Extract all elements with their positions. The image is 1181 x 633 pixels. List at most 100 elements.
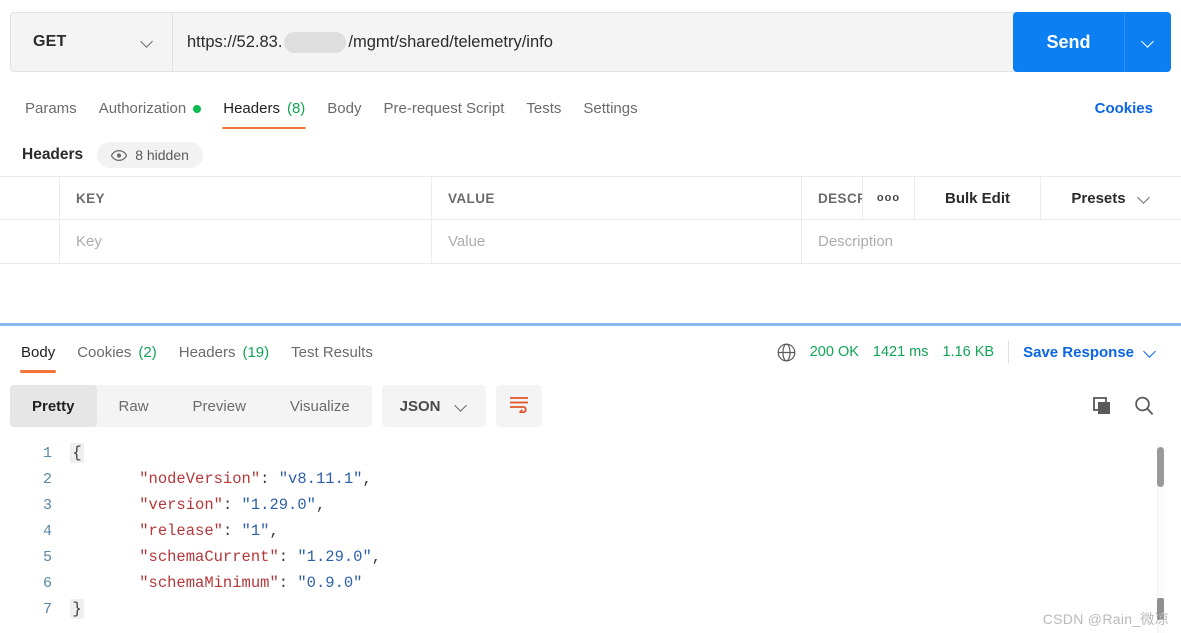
send-button-label[interactable]: Send xyxy=(1013,12,1125,72)
json-value: "v8.11.1" xyxy=(278,470,363,488)
view-mode-label: Pretty xyxy=(32,397,75,415)
select-all-checkbox-cell[interactable] xyxy=(0,177,60,219)
tab-body[interactable]: Body xyxy=(316,88,372,129)
eye-icon xyxy=(111,149,128,161)
tab-label: Headers xyxy=(178,343,236,361)
code-fold-brace[interactable]: } xyxy=(66,599,88,619)
hidden-headers-count: 8 hidden xyxy=(135,147,189,163)
response-viewer-toolbar: Pretty Raw Preview Visualize JSON xyxy=(0,382,1181,430)
response-tab-test-results[interactable]: Test Results xyxy=(280,332,384,373)
view-mode-preview[interactable]: Preview xyxy=(171,385,268,427)
code-line: 2 "nodeVersion": "v8.11.1", xyxy=(0,466,1181,492)
line-number: 5 xyxy=(42,548,52,566)
json-key: "release" xyxy=(139,522,223,540)
chevron-down-icon xyxy=(1142,36,1155,49)
headers-table: KEY VALUE DESCRIPTION ooo Bulk Edit Pres… xyxy=(0,176,1181,264)
word-wrap-button[interactable] xyxy=(495,385,542,427)
description-input-cell[interactable]: Description xyxy=(802,220,1181,263)
tab-label: Body xyxy=(21,343,56,361)
value-input-cell[interactable]: Value xyxy=(432,220,802,263)
json-colon: : xyxy=(278,574,298,592)
line-number: 4 xyxy=(42,522,52,540)
search-icon[interactable] xyxy=(1133,395,1155,417)
tab-params[interactable]: Params xyxy=(14,88,88,129)
json-key: "nodeVersion" xyxy=(139,470,261,488)
code-fold-brace[interactable]: { xyxy=(66,443,88,463)
column-header-value: VALUE xyxy=(432,177,802,219)
tab-headers[interactable]: Headers (8) xyxy=(212,88,316,129)
table-row[interactable]: Key Value Description xyxy=(0,220,1181,264)
code-line: 6 "schemaMinimum": "0.9.0" xyxy=(0,570,1181,596)
brace-glyph: { xyxy=(70,443,84,463)
view-mode-label: Visualize xyxy=(289,397,350,415)
cookies-link[interactable]: Cookies xyxy=(1095,100,1167,117)
chevron-down-icon xyxy=(455,400,468,413)
headers-section-bar: Headers 8 hidden xyxy=(0,134,1181,176)
word-wrap-icon xyxy=(508,395,530,418)
tab-label: Body xyxy=(327,100,362,117)
code-text: "version": "1.29.0", xyxy=(88,496,325,514)
json-colon: : xyxy=(222,522,242,540)
authorization-status-dot-icon xyxy=(193,104,202,113)
hidden-headers-toggle[interactable]: 8 hidden xyxy=(97,142,203,168)
json-comma: , xyxy=(269,522,279,540)
request-url-bar: GET https://52.83. /mgmt/shared/telemetry… xyxy=(10,12,1171,72)
copy-icon[interactable] xyxy=(1091,395,1113,417)
code-line: 3 "version": "1.29.0", xyxy=(0,492,1181,518)
globe-icon xyxy=(777,343,796,362)
column-header-key: KEY xyxy=(60,177,432,219)
code-text: "release": "1", xyxy=(88,522,279,540)
view-mode-label: Raw xyxy=(118,397,149,415)
response-size: 1.16 KB xyxy=(942,344,995,360)
save-response-button[interactable]: Save Response xyxy=(1023,344,1157,361)
code-text: "schemaMinimum": "0.9.0" xyxy=(88,574,362,592)
chevron-down-icon xyxy=(1144,346,1157,359)
json-colon: : xyxy=(260,470,279,488)
view-mode-raw[interactable]: Raw xyxy=(97,385,171,427)
code-line: 5 "schemaCurrent": "1.29.0", xyxy=(0,544,1181,570)
ooo-icon: ooo xyxy=(876,192,901,204)
row-checkbox-cell[interactable] xyxy=(0,220,60,263)
response-tab-headers[interactable]: Headers (19) xyxy=(168,332,280,373)
code-line: 4 "release": "1", xyxy=(0,518,1181,544)
http-method-selector[interactable]: GET xyxy=(10,12,172,72)
format-label: JSON xyxy=(399,397,441,415)
viewer-actions xyxy=(1091,395,1171,417)
view-mode-pretty[interactable]: Pretty xyxy=(10,385,97,427)
tab-settings[interactable]: Settings xyxy=(572,88,648,129)
view-mode-visualize[interactable]: Visualize xyxy=(268,385,372,427)
json-key: "version" xyxy=(139,496,223,514)
url-prefix-text: https://52.83. xyxy=(187,32,283,51)
tab-tests[interactable]: Tests xyxy=(515,88,572,129)
json-value: "1.29.0" xyxy=(297,548,372,566)
pane-splitter[interactable] xyxy=(0,323,1181,326)
divider xyxy=(1008,341,1010,363)
tab-pre-request-script[interactable]: Pre-request Script xyxy=(373,88,516,129)
brace-glyph: } xyxy=(70,599,84,619)
json-comma: , xyxy=(371,548,382,566)
tab-label: Headers xyxy=(223,100,280,117)
watermark: CSDN @Rain_微凉 xyxy=(1042,611,1169,627)
code-line: 7 } xyxy=(0,596,1181,622)
url-suffix-text: /mgmt/shared/telemetry/info xyxy=(348,32,553,51)
table-more-options-button[interactable]: ooo xyxy=(863,177,915,219)
response-format-selector[interactable]: JSON xyxy=(381,385,486,427)
send-button[interactable]: Send xyxy=(1013,12,1171,72)
json-value: "1" xyxy=(241,522,270,540)
chevron-down-icon xyxy=(141,36,154,49)
chevron-down-icon xyxy=(1138,192,1151,205)
response-tab-cookies[interactable]: Cookies (2) xyxy=(66,332,168,373)
body-scrollbar-thumb[interactable] xyxy=(1157,447,1164,487)
tab-label: Settings xyxy=(583,100,638,117)
presets-button[interactable]: Presets xyxy=(1041,177,1181,219)
send-options-button[interactable] xyxy=(1125,36,1171,49)
bulk-edit-button[interactable]: Bulk Edit xyxy=(915,177,1041,219)
json-value: "1.29.0" xyxy=(241,496,316,514)
response-body-code[interactable]: 1 { 2 "nodeVersion": "v8.11.1", 3 "versi… xyxy=(0,440,1181,633)
tab-authorization[interactable]: Authorization xyxy=(88,88,213,129)
response-tab-body[interactable]: Body xyxy=(10,332,66,373)
tab-count: (19) xyxy=(242,343,270,361)
url-redaction-block xyxy=(284,31,347,53)
column-label: VALUE xyxy=(448,190,495,206)
key-input-cell[interactable]: Key xyxy=(60,220,432,263)
